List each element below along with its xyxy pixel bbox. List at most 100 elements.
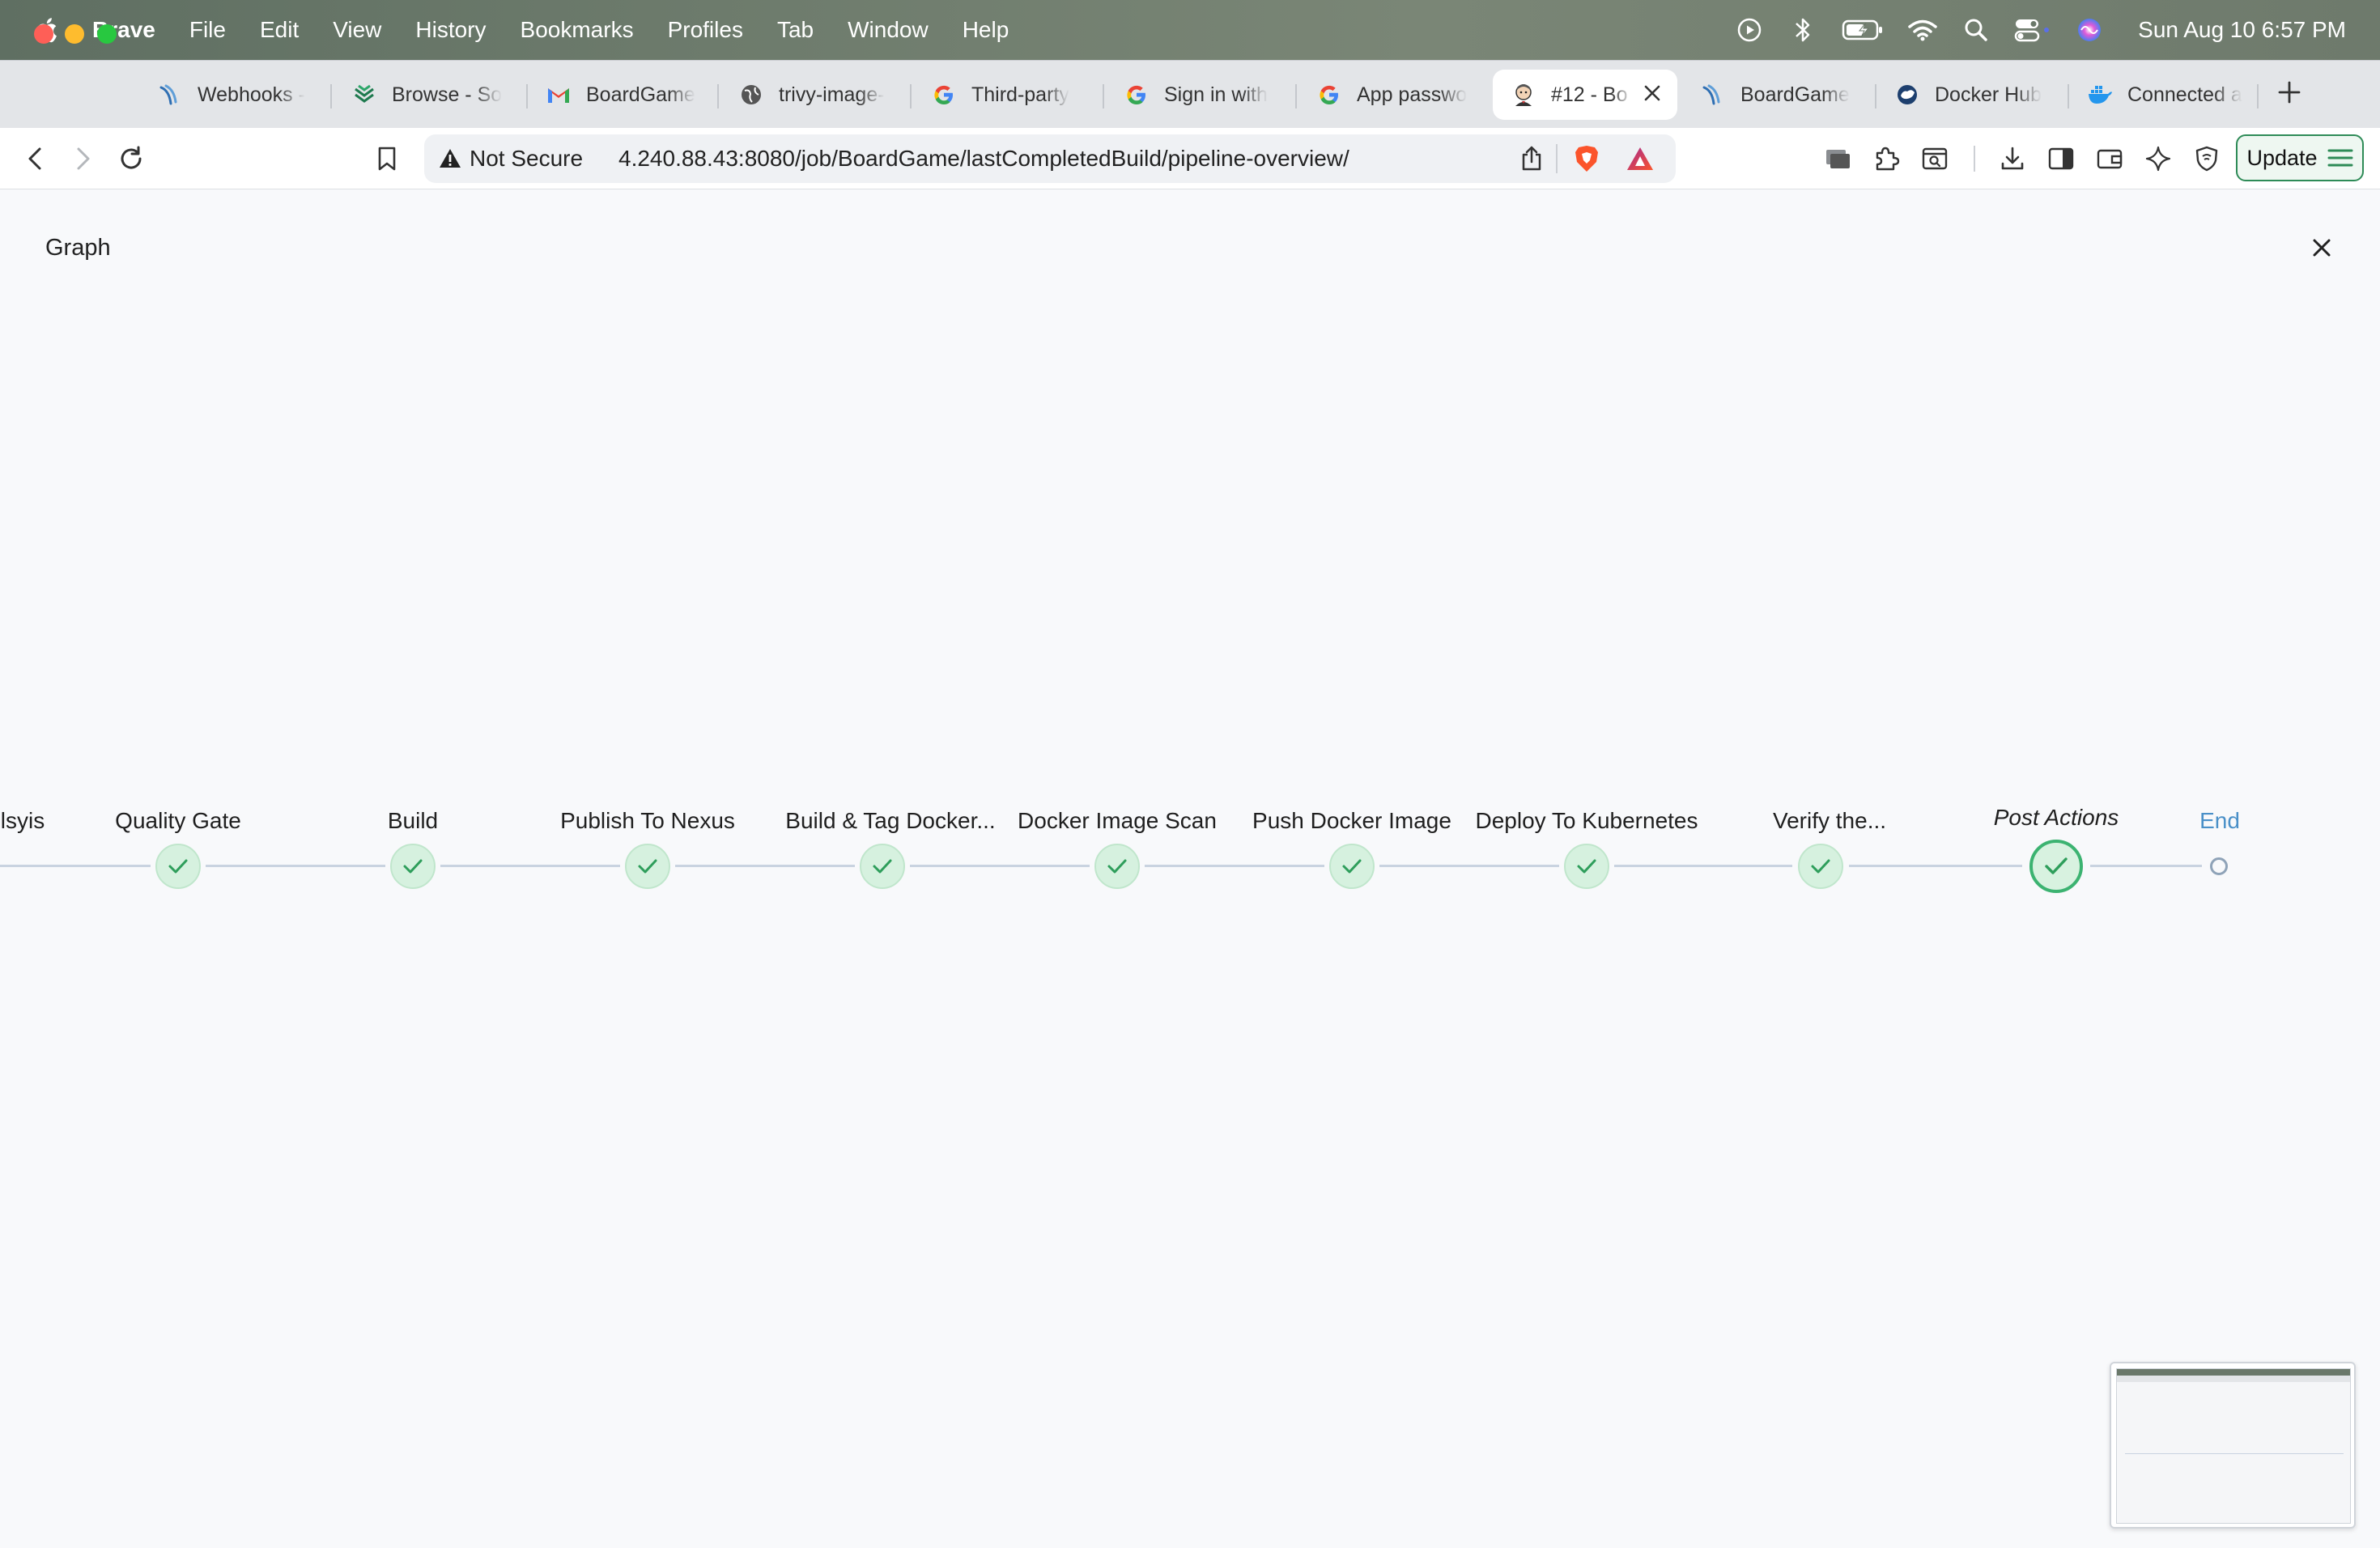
share-icon[interactable] (1514, 141, 1549, 176)
checkmark-icon (403, 859, 423, 874)
menu-bookmarks[interactable]: Bookmarks (521, 17, 634, 43)
stage-label[interactable]: Quality Gate (115, 808, 241, 834)
stage-success-node-selected[interactable] (2029, 840, 2083, 893)
minimap-pipeline-preview (2125, 1453, 2344, 1454)
menu-file[interactable]: File (189, 17, 226, 43)
bookmark-icon[interactable] (369, 141, 405, 176)
page-title: Graph (45, 235, 111, 261)
wallet-icon[interactable] (2092, 141, 2127, 176)
tab-webhooks[interactable]: Webhooks - (157, 70, 311, 120)
stage-success-node[interactable] (1329, 844, 1375, 889)
stage-label[interactable]: Build (388, 808, 438, 834)
play-circle-icon[interactable] (1733, 14, 1766, 46)
stage-label[interactable]: Publish To Nexus (560, 808, 735, 834)
stage-label[interactable]: Docker Image Scan (1018, 808, 1217, 834)
tab-title: Webhooks - (198, 83, 305, 106)
tab-third-party[interactable]: Third-party (931, 70, 1090, 120)
bluetooth-icon[interactable] (1787, 14, 1819, 46)
close-tab-icon[interactable] (1640, 81, 1664, 105)
menu-help[interactable]: Help (963, 17, 1009, 43)
menu-history[interactable]: History (415, 17, 486, 43)
tab-separator (1295, 84, 1297, 108)
vpn-shield-icon[interactable] (2189, 141, 2225, 176)
stage-label-end: End (2199, 808, 2240, 833)
docker-hub-icon (1894, 82, 1920, 108)
tab-title: BoardGame (586, 83, 695, 106)
tab-docker-hub[interactable]: Docker Hub (1894, 70, 2053, 120)
url-text[interactable]: 4.240.88.43:8080/job/BoardGame/lastCompl… (618, 146, 1349, 172)
stage-success-node[interactable] (625, 844, 670, 889)
stage-success-node[interactable] (390, 844, 436, 889)
menu-window[interactable]: Window (848, 17, 929, 43)
new-tab-button[interactable] (2273, 74, 2306, 110)
wifi-icon[interactable] (1906, 14, 1939, 46)
pipeline-connector (1849, 865, 2022, 867)
tab-separator (1103, 84, 1104, 108)
window-zoom-button[interactable] (97, 24, 117, 44)
tab-separator (526, 84, 528, 108)
sidebar-toggle-icon[interactable] (2043, 141, 2079, 176)
brave-shields-icon[interactable] (1569, 141, 1604, 176)
stage-success-node[interactable] (155, 844, 201, 889)
sonatype-icon (351, 82, 377, 108)
stage-success-node[interactable] (1564, 844, 1609, 889)
graph-minimap[interactable] (2110, 1362, 2356, 1529)
tab-separator (910, 84, 912, 108)
update-button[interactable]: Update (2236, 134, 2364, 181)
menu-bar-clock[interactable]: Sun Aug 10 6:57 PM (2138, 17, 2346, 43)
checkmark-icon (638, 859, 657, 874)
not-secure-label[interactable]: Not Secure (470, 146, 583, 172)
tab-search-icon[interactable] (1917, 141, 1953, 176)
tab-separator (717, 84, 719, 108)
pipeline-connector (1379, 865, 1559, 867)
close-graph-icon[interactable] (2304, 230, 2340, 266)
google-icon (931, 82, 957, 108)
tab-boardgame-jenkins[interactable]: BoardGame (1700, 70, 1859, 120)
tab-boardgame-gmail[interactable]: BoardGame (546, 70, 704, 120)
checkmark-icon (2045, 857, 2068, 874)
siri-icon[interactable] (2073, 14, 2106, 46)
stage-success-node[interactable] (860, 844, 905, 889)
menu-edit[interactable]: Edit (260, 17, 299, 43)
back-arrow-icon[interactable] (18, 141, 53, 176)
tab-app-passwords[interactable]: App passwo (1316, 70, 1475, 120)
gmail-icon (546, 82, 572, 108)
menu-view[interactable]: View (333, 17, 381, 43)
checkmark-icon (1342, 859, 1362, 874)
stage-label-selected[interactable]: Post Actions (1994, 805, 2119, 831)
leo-ai-sparkle-icon[interactable] (2140, 141, 2176, 176)
tab-browse-sonatype[interactable]: Browse - So (351, 70, 510, 120)
browser-toolbar: Not Secure 4.240.88.43:8080/job/BoardGam… (0, 128, 2380, 189)
minimap-viewport[interactable] (2116, 1368, 2351, 1524)
stage-success-node[interactable] (1798, 844, 1843, 889)
warning-triangle-icon (440, 149, 461, 168)
brave-rewards-icon[interactable] (1622, 141, 1658, 176)
battery-icon[interactable] (1840, 14, 1885, 46)
extensions-puzzle-icon[interactable] (1868, 141, 1904, 176)
reload-icon[interactable] (113, 141, 149, 176)
menu-tab[interactable]: Tab (777, 17, 814, 43)
pipeline-connector (675, 865, 855, 867)
stage-label[interactable]: Verify the... (1773, 808, 1886, 834)
stage-label[interactable]: lsyis (1, 808, 45, 834)
control-center-icon[interactable] (2013, 14, 2052, 46)
window-close-button[interactable] (34, 24, 53, 44)
menu-profiles[interactable]: Profiles (668, 17, 743, 43)
forward-arrow-icon[interactable] (65, 141, 100, 176)
stage-success-node[interactable] (1094, 844, 1140, 889)
stage-label[interactable]: Push Docker Image (1252, 808, 1451, 834)
tab-title: Connected a (2127, 83, 2242, 106)
stage-label[interactable]: Deploy To Kubernetes (1476, 808, 1698, 834)
tab-connected[interactable]: Connected a (2087, 70, 2246, 120)
reader-mode-icon[interactable] (1820, 141, 1855, 176)
checkmark-icon (1577, 859, 1596, 874)
stage-label[interactable]: Build & Tag Docker... (785, 808, 995, 834)
tab-trivy-image[interactable]: trivy-image- (738, 70, 897, 120)
address-bar[interactable]: Not Secure 4.240.88.43:8080/job/BoardGam… (424, 134, 1676, 183)
downloads-icon[interactable] (1995, 141, 2030, 176)
tab-sign-in-with[interactable]: Sign in with (1124, 70, 1282, 120)
spotlight-search-icon[interactable] (1960, 14, 1992, 46)
tab-title: App passwo (1357, 83, 1468, 106)
macos-menu-bar: Brave File Edit View History Bookmarks P… (0, 0, 2380, 60)
window-minimize-button[interactable] (65, 24, 84, 44)
